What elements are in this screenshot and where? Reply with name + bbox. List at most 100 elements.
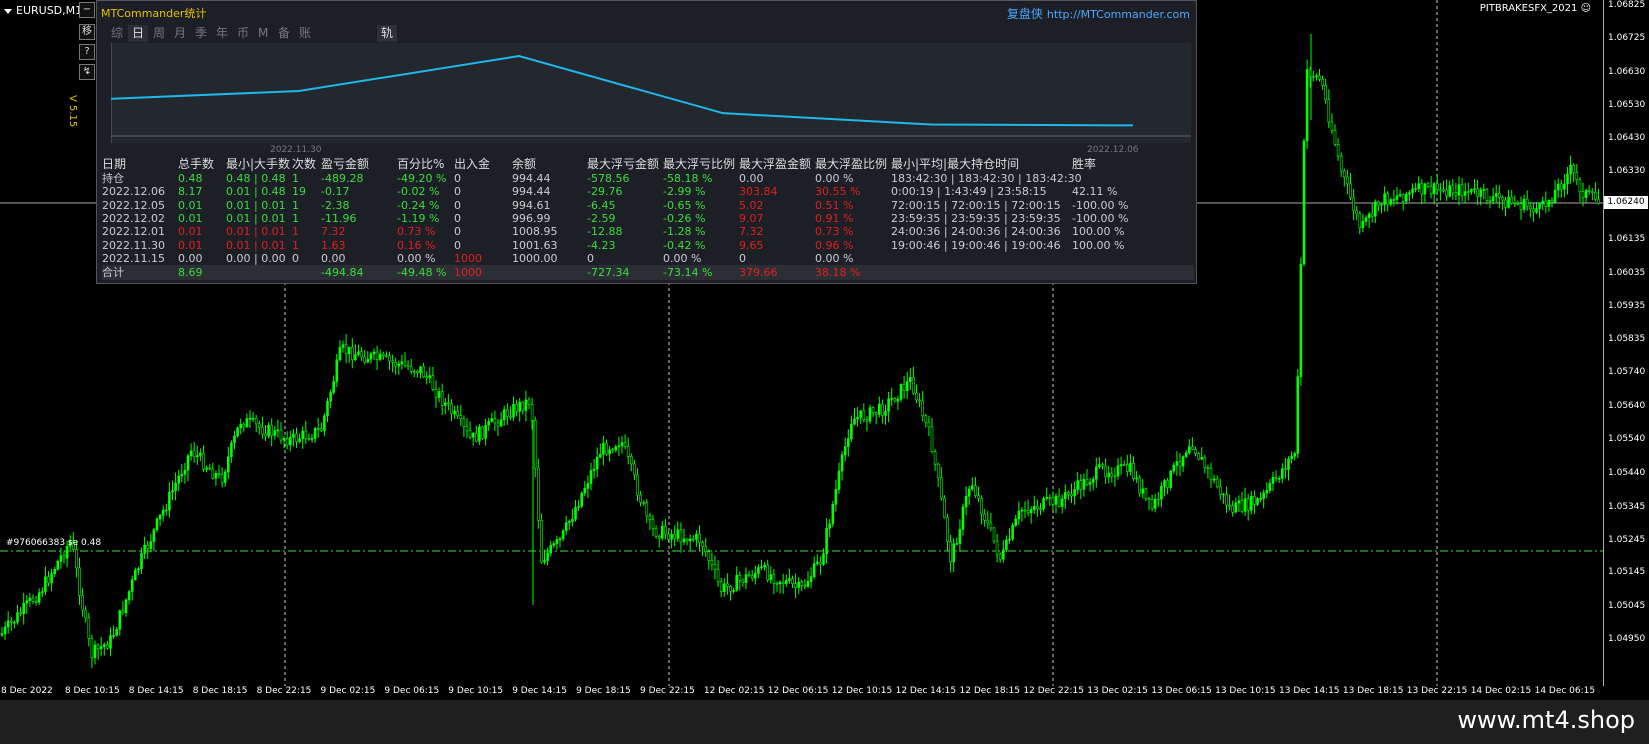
- candle-body: [267, 424, 270, 437]
- candle-body: [1569, 164, 1572, 175]
- minimize-button[interactable]: −: [79, 2, 95, 18]
- tab-5[interactable]: 年: [212, 25, 232, 42]
- brand-link[interactable]: 复盘侠 http://MTCommander.com: [1007, 5, 1190, 22]
- candle-body: [834, 489, 838, 505]
- table-cell: -489.28: [321, 172, 364, 185]
- header-cell[interactable]: 最大浮盈金额: [739, 157, 811, 171]
- candle-body: [1550, 200, 1554, 203]
- candle-body: [230, 442, 233, 458]
- candle-body: [1358, 213, 1362, 229]
- candle-body: [766, 564, 770, 581]
- header-cell[interactable]: 最小|大手数: [226, 157, 290, 171]
- tab-0[interactable]: 综: [107, 25, 127, 42]
- candle-body: [1439, 189, 1442, 192]
- tab-1[interactable]: 日: [128, 25, 149, 42]
- move-button[interactable]: 移: [79, 24, 95, 40]
- header-cell[interactable]: 百分比%: [397, 157, 444, 171]
- table-row: 2022.12.06 8.17 0.01 | 0.48 19 -0.17 -0.02 % 0…: [102, 185, 1194, 199]
- header-cell[interactable]: 总手数: [178, 157, 214, 171]
- candle-body: [1138, 477, 1141, 494]
- table-cell: 0.01 | 0.01: [226, 225, 286, 239]
- candle-body: [298, 438, 301, 442]
- candle-body: [437, 391, 441, 398]
- tab-track[interactable]: 轨迹: [377, 25, 398, 57]
- header-cell[interactable]: 出入金: [454, 157, 490, 171]
- candle-body: [716, 569, 720, 582]
- candle-body: [676, 529, 680, 539]
- candle-body: [121, 610, 125, 614]
- site-link[interactable]: http://MTCommander.com: [1047, 8, 1190, 21]
- table-cell: -0.02 %: [397, 185, 440, 199]
- header-cell[interactable]: 最大浮盈比例: [815, 157, 887, 171]
- table-cell: 8.69: [178, 266, 203, 280]
- candle-body: [1064, 492, 1067, 500]
- tab-3[interactable]: 月: [170, 25, 190, 42]
- header-cell[interactable]: 次数: [292, 157, 316, 171]
- candle-body: [1147, 497, 1151, 500]
- price-label: 1.06530: [1608, 100, 1646, 110]
- candle-body: [986, 519, 990, 524]
- candle-body: [459, 415, 463, 420]
- time-label: 13 Dec 02:15: [1087, 686, 1148, 696]
- candle-body: [660, 525, 664, 539]
- header-cell[interactable]: 盈亏金额: [321, 157, 369, 171]
- candle-body: [1039, 508, 1042, 511]
- candle-body: [1305, 69, 1309, 142]
- candle-body: [1091, 478, 1095, 483]
- candle-body: [465, 426, 469, 432]
- candle-body: [403, 361, 407, 366]
- candle-body: [1510, 196, 1513, 204]
- candle-body: [25, 600, 29, 604]
- header-cell[interactable]: 最小|平均|最大持仓时间: [891, 157, 1019, 171]
- tab-7[interactable]: M: [254, 25, 272, 42]
- help-button[interactable]: ?: [79, 44, 95, 60]
- candle-body: [614, 446, 618, 451]
- table-cell: 23:59:35 | 23:59:35 | 23:59:35: [891, 211, 1061, 225]
- table-cell: 2022.12.06: [102, 185, 165, 199]
- symbol-label[interactable]: EURUSD,M15: [4, 2, 89, 20]
- header-cell[interactable]: 余额: [512, 157, 536, 171]
- tab-6[interactable]: 币: [233, 25, 253, 42]
- order-label[interactable]: #976066383 se 0.48: [6, 538, 101, 548]
- header-cell[interactable]: 胜率: [1072, 157, 1096, 171]
- candle-body: [772, 574, 776, 584]
- price-label: 1.05640: [1608, 401, 1646, 411]
- candle-body: [288, 437, 292, 446]
- candle-body: [561, 530, 565, 540]
- header-cell[interactable]: 日期: [102, 157, 126, 171]
- tab-8[interactable]: 备: [274, 25, 294, 42]
- equity-line: [110, 54, 1133, 127]
- candle-body: [171, 490, 174, 493]
- header-cell[interactable]: 最大浮亏金额: [587, 157, 659, 171]
- candle-body: [1367, 213, 1371, 219]
- toggle-button[interactable]: ↯: [79, 64, 95, 80]
- candle-body: [1572, 164, 1575, 173]
- header-cell[interactable]: 最大浮亏比例: [663, 157, 735, 171]
- price-axis[interactable]: 1.06825 1.06725 1.06630 1.06530 1.06430 1.063…: [1603, 0, 1649, 686]
- candle-body: [332, 381, 336, 393]
- price-label: 1.06725: [1608, 33, 1646, 43]
- candle-body: [580, 492, 584, 507]
- candle-body: [856, 416, 859, 420]
- candle-body: [3, 626, 7, 635]
- candle-body: [843, 446, 847, 456]
- table-cell: 0: [587, 251, 594, 265]
- tab-2[interactable]: 周: [149, 25, 169, 42]
- candle-body: [1045, 497, 1048, 499]
- candle-body: [1060, 498, 1064, 507]
- candle-body: [893, 397, 897, 402]
- time-label: 8 Dec 22:15: [256, 686, 312, 696]
- candle-body: [1389, 199, 1393, 205]
- candle-body: [0, 633, 4, 636]
- tab-9[interactable]: 账户: [295, 25, 315, 57]
- candle-body: [161, 510, 165, 516]
- candle-body: [1501, 197, 1504, 201]
- candle-body: [130, 579, 134, 592]
- tab-4[interactable]: 季: [191, 25, 211, 42]
- candle-body: [1380, 203, 1383, 206]
- candle-body: [781, 581, 785, 584]
- candle-body: [744, 574, 748, 583]
- candle-body: [1386, 193, 1389, 205]
- candle-body: [602, 442, 605, 455]
- candle-body: [592, 468, 596, 471]
